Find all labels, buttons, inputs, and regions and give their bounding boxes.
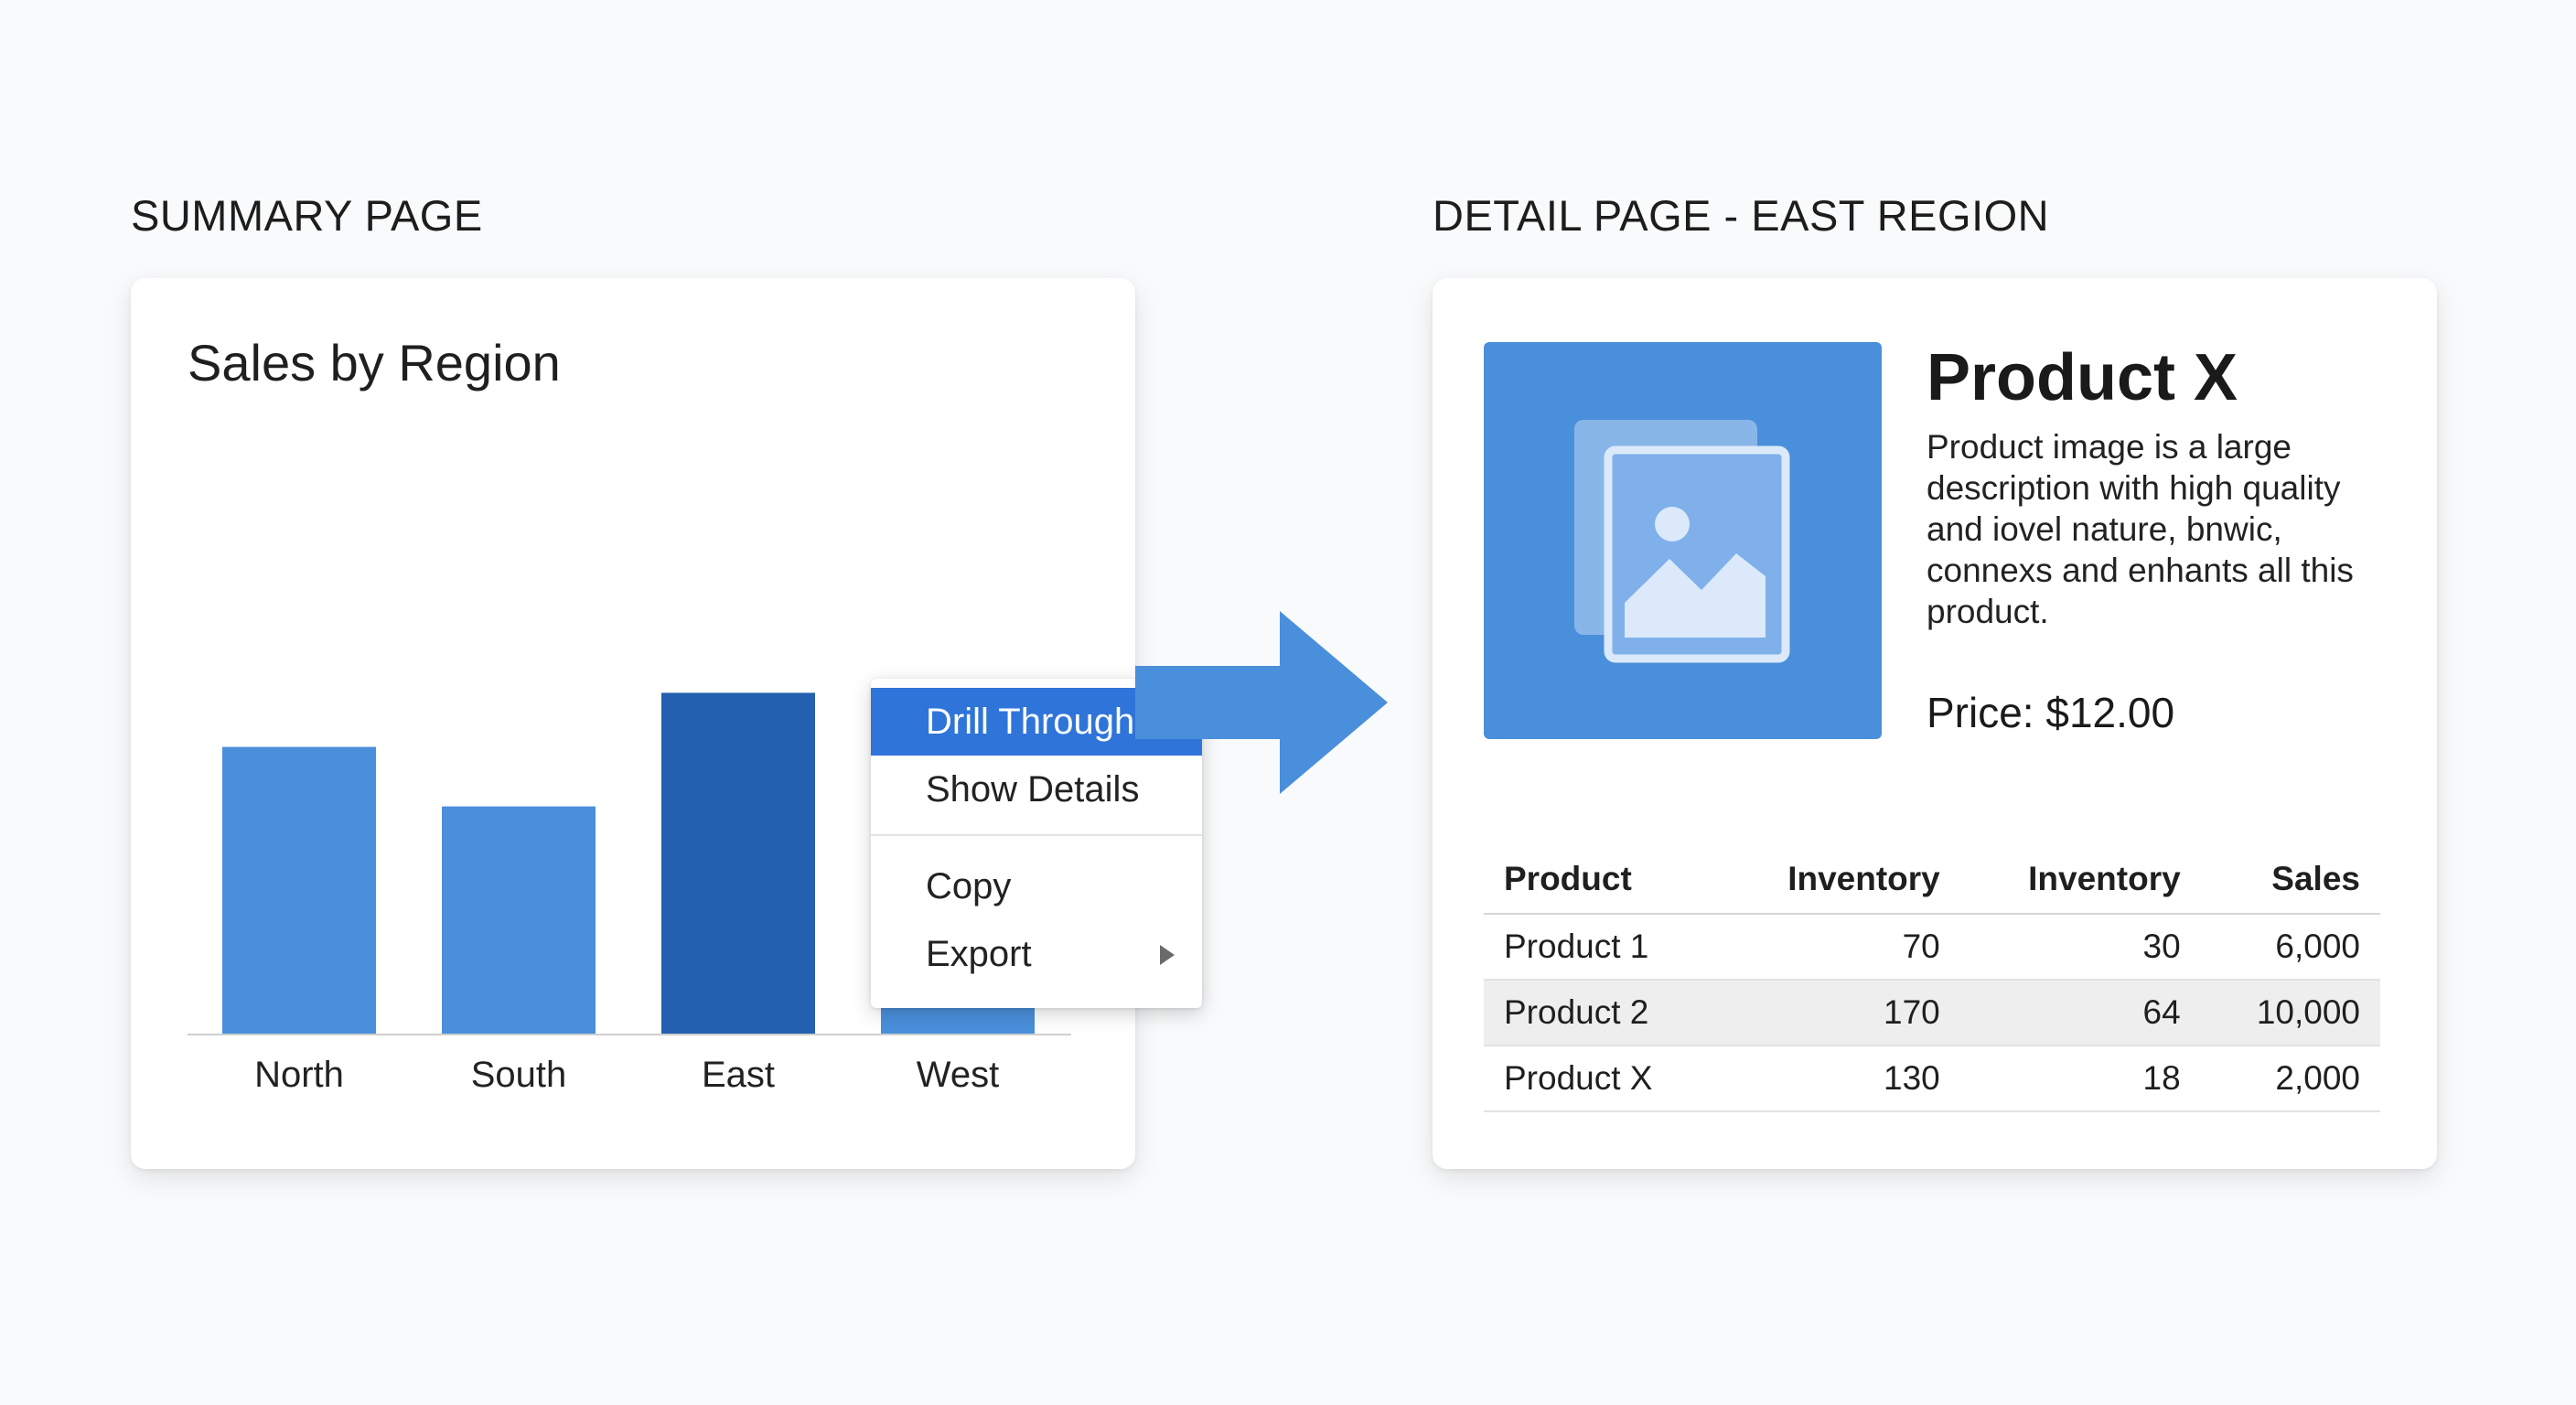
arrow-right-icon [1135, 611, 1388, 794]
detail-page-label: DETAIL PAGE - EAST REGION [1433, 191, 2050, 240]
column-header-sales[interactable]: Sales [2200, 845, 2380, 915]
cell-sales: 2,000 [2200, 1046, 2380, 1112]
detail-card: Product X Product image is a large descr… [1433, 278, 2437, 1169]
x-tick-label-west: West [917, 1055, 999, 1095]
cell-inventory-2: 64 [1959, 980, 2201, 1046]
cell-inventory: 70 [1719, 914, 1960, 981]
table-header-row: Product Inventory Inventory Sales [1484, 845, 2380, 915]
inventory-table: Product Inventory Inventory Sales Produc… [1484, 845, 2380, 1112]
table-row[interactable]: Product 1 70 30 6,000 [1484, 914, 2380, 981]
menu-separator [871, 834, 1202, 836]
cell-inventory-2: 30 [1959, 914, 2201, 981]
cell-product: Product X [1484, 1046, 1720, 1112]
menu-item-copy[interactable]: Copy [871, 853, 1202, 920]
table-row[interactable]: Product X 130 18 2,000 [1484, 1046, 2380, 1112]
cell-inventory: 170 [1719, 980, 1960, 1046]
x-tick-label-south: South [471, 1055, 567, 1095]
x-tick-label-east: East [702, 1055, 775, 1095]
cell-inventory: 130 [1719, 1046, 1960, 1112]
product-price: Price: $12.00 [1927, 689, 2175, 736]
column-header-inventory[interactable]: Inventory [1719, 845, 1960, 915]
menu-item-export[interactable]: Export [871, 920, 1202, 988]
x-tick-label-north: North [254, 1055, 344, 1095]
bar-north[interactable] [222, 746, 376, 1034]
table-row[interactable]: Product 2 170 64 10,000 [1484, 980, 2380, 1046]
cell-product: Product 2 [1484, 980, 1720, 1046]
product-name: Product X [1927, 341, 2238, 414]
product-description: Product image is a large description wit… [1927, 428, 2354, 630]
cell-sales: 10,000 [2200, 980, 2380, 1046]
product-image [1484, 342, 1882, 739]
menu-item-export-label: Export [926, 934, 1032, 974]
image-icon [1574, 420, 1790, 663]
bar-south[interactable] [442, 806, 596, 1034]
cell-sales: 6,000 [2200, 914, 2380, 981]
chevron-right-icon [1160, 945, 1175, 965]
cell-inventory-2: 18 [1959, 1046, 2201, 1112]
cell-product: Product 1 [1484, 914, 1720, 981]
summary-page-label: SUMMARY PAGE [131, 191, 483, 240]
column-header-product[interactable]: Product [1484, 845, 1720, 915]
bar-east[interactable] [661, 692, 815, 1034]
summary-card: Sales by Region North South East West Drill… [131, 278, 1202, 1169]
column-header-inventory-2[interactable]: Inventory [1959, 845, 2201, 915]
